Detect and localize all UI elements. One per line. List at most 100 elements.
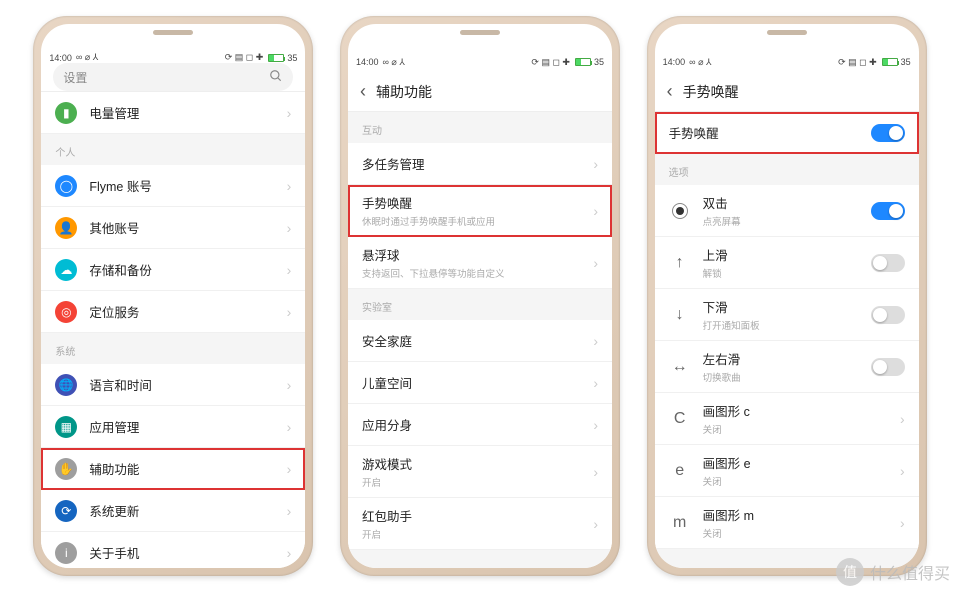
section-options: 选项 [655, 154, 919, 185]
flyme-icon: ◯ [55, 175, 77, 197]
statusbar: 14:00 ∞ ⌀ ⅄ ⟳ ▤ ◻ ✚ 35 [41, 52, 305, 63]
phone-gesture-wake: 14:00∞ ⌀ ⅄ ⟳ ▤ ◻ ✚35 ‹ 手势唤醒 手势唤醒 选项 双击点亮… [647, 16, 927, 576]
screen: 14:00 ∞ ⌀ ⅄ ⟳ ▤ ◻ ✚ 35 设置 [41, 52, 305, 568]
row-double-tap[interactable]: 双击点亮屏幕 [655, 185, 919, 237]
chevron-right-icon: › [593, 156, 598, 172]
draw-c-icon: C [669, 408, 691, 430]
section-personal: 个人 [41, 134, 305, 165]
back-button[interactable]: ‹ [667, 81, 673, 102]
row-draw-m[interactable]: m 画图形 m关闭 › [655, 497, 919, 549]
watermark-badge-icon: 值 [836, 558, 864, 586]
row-master-toggle[interactable]: 手势唤醒 [655, 112, 919, 154]
row-app-clone[interactable]: 应用分身 › [348, 404, 612, 446]
chevron-right-icon: › [287, 419, 292, 435]
chevron-right-icon: › [900, 411, 905, 427]
section-lab: 实验室 [348, 289, 612, 320]
topbar: ‹ 辅助功能 [348, 72, 612, 112]
chevron-right-icon: › [593, 375, 598, 391]
globe-icon: 🌐 [55, 374, 77, 396]
search-input[interactable]: 设置 [53, 63, 293, 91]
toggle-master[interactable] [871, 124, 905, 142]
row-draw-e[interactable]: e 画图形 e关闭 › [655, 445, 919, 497]
row-power[interactable]: ▮ 电量管理 › [41, 92, 305, 134]
swipe-up-icon: ↑ [669, 252, 691, 274]
row-safe-home[interactable]: 安全家庭 › [348, 320, 612, 362]
battery-mgmt-icon: ▮ [55, 102, 77, 124]
row-float-ball[interactable]: 悬浮球 支持返回、下拉悬停等功能自定义 › [348, 237, 612, 289]
statusbar: 14:00∞ ⌀ ⅄ ⟳ ▤ ◻ ✚35 [348, 52, 612, 72]
status-icons-left: ∞ ⌀ ⅄ [76, 52, 98, 63]
search-icon [269, 69, 283, 86]
row-draw-c[interactable]: C 画图形 c关闭 › [655, 393, 919, 445]
chevron-right-icon: › [593, 203, 598, 219]
chevron-right-icon: › [593, 255, 598, 271]
chevron-right-icon: › [287, 262, 292, 278]
chevron-right-icon: › [287, 304, 292, 320]
row-language[interactable]: 🌐 语言和时间 › [41, 364, 305, 406]
row-game-mode[interactable]: 游戏模式开启 › [348, 446, 612, 498]
section-system: 系统 [41, 333, 305, 364]
battery-icon [266, 54, 284, 62]
search-placeholder: 设置 [63, 69, 87, 86]
page-title: 手势唤醒 [683, 82, 907, 102]
location-icon: ◎ [55, 301, 77, 323]
earpiece [460, 30, 500, 35]
chevron-right-icon: › [287, 178, 292, 194]
row-update[interactable]: ⟳ 系统更新 › [41, 490, 305, 532]
row-storage[interactable]: ☁ 存储和备份 › [41, 249, 305, 291]
list-top: ▮ 电量管理 › [41, 92, 305, 134]
row-gesture-wake[interactable]: 手势唤醒 休眠时通过手势唤醒手机或应用 › [348, 185, 612, 237]
row-redpacket[interactable]: 红包助手开启 › [348, 498, 612, 550]
row-swipe-left-right[interactable]: ↔ 左右滑切换歌曲 [655, 341, 919, 393]
status-icons-right: ⟳ ▤ ◻ ✚ [225, 52, 264, 63]
watermark-text: 什么值得买 [870, 560, 950, 584]
search-bar: 设置 [41, 63, 305, 92]
swipe-down-icon: ↓ [669, 304, 691, 326]
row-about[interactable]: i 关于手机 › [41, 532, 305, 568]
chevron-right-icon: › [900, 515, 905, 531]
statusbar: 14:00∞ ⌀ ⅄ ⟳ ▤ ◻ ✚35 [655, 52, 919, 72]
toggle-double-tap[interactable] [871, 202, 905, 220]
status-time: 14:00 [49, 53, 72, 63]
row-location[interactable]: ◎ 定位服务 › [41, 291, 305, 333]
row-swipe-up[interactable]: ↑ 上滑解锁 [655, 237, 919, 289]
double-tap-icon [669, 200, 691, 222]
phone-inner: 14:00 ∞ ⌀ ⅄ ⟳ ▤ ◻ ✚ 35 设置 [41, 24, 305, 568]
row-swipe-down[interactable]: ↓ 下滑打开通知面板 [655, 289, 919, 341]
update-icon: ⟳ [55, 500, 77, 522]
watermark: 值 什么值得买 [836, 558, 950, 586]
row-other-accounts[interactable]: 👤 其他账号 › [41, 207, 305, 249]
chevron-right-icon: › [593, 516, 598, 532]
accounts-icon: 👤 [55, 217, 77, 239]
battery-pct: 35 [287, 53, 297, 63]
chevron-right-icon: › [287, 503, 292, 519]
row-kids[interactable]: 儿童空间 › [348, 362, 612, 404]
topbar: ‹ 手势唤醒 [655, 72, 919, 112]
draw-e-icon: e [669, 460, 691, 482]
earpiece [767, 30, 807, 35]
chevron-right-icon: › [900, 463, 905, 479]
back-button[interactable]: ‹ [360, 81, 366, 102]
toggle-swipe-down[interactable] [871, 306, 905, 324]
chevron-right-icon: › [593, 464, 598, 480]
page-title: 辅助功能 [376, 82, 600, 102]
chevron-right-icon: › [287, 377, 292, 393]
chevron-right-icon: › [287, 545, 292, 561]
draw-m-icon: m [669, 512, 691, 534]
phone-settings: 14:00 ∞ ⌀ ⅄ ⟳ ▤ ◻ ✚ 35 设置 [33, 16, 313, 576]
toggle-swipe-up[interactable] [871, 254, 905, 272]
hand-icon: ✋ [55, 458, 77, 480]
toggle-swipe-lr[interactable] [871, 358, 905, 376]
apps-icon: ▦ [55, 416, 77, 438]
chevron-right-icon: › [593, 417, 598, 433]
row-multitask[interactable]: 多任务管理 › [348, 143, 612, 185]
swipe-lr-icon: ↔ [669, 356, 691, 378]
row-flyme[interactable]: ◯ Flyme 账号 › [41, 165, 305, 207]
chevron-right-icon: › [287, 220, 292, 236]
phone-accessibility: 14:00∞ ⌀ ⅄ ⟳ ▤ ◻ ✚35 ‹ 辅助功能 互动 多任务管理 › 手… [340, 16, 620, 576]
row-apps[interactable]: ▦ 应用管理 › [41, 406, 305, 448]
earpiece [153, 30, 193, 35]
row-accessibility[interactable]: ✋ 辅助功能 › [41, 448, 305, 490]
cloud-icon: ☁ [55, 259, 77, 281]
info-icon: i [55, 542, 77, 564]
